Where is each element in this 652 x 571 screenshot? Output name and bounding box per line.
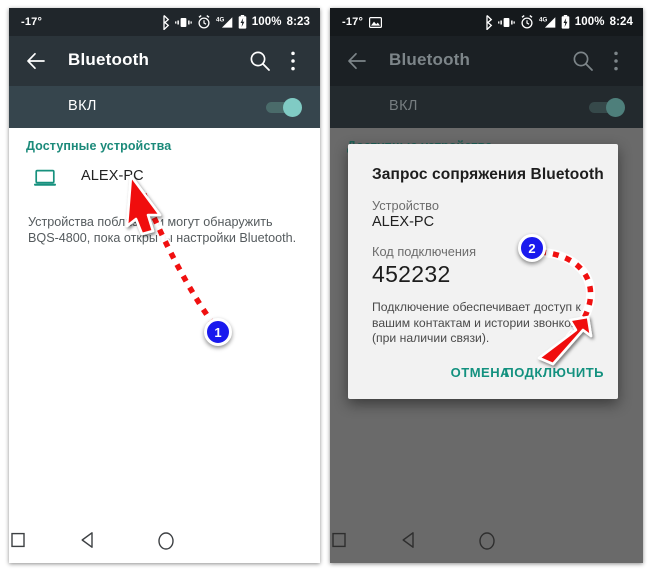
available-devices-header: Доступные устройства [26,139,172,153]
dialog-title: Запрос сопряжения Bluetooth [372,166,604,183]
nav-recents-square-icon[interactable] [9,531,27,549]
left-status-right: 4G 100% 8:23 [159,8,310,36]
toggle-label: ВКЛ [389,98,418,114]
signal-4g-icon: 4G [216,16,233,28]
left-phone-panel: -17° 4G 100% 8:23 Bluetooth ВКЛ Доступны… [9,8,320,563]
clock: 8:24 [609,16,633,28]
left-bluetooth-toggle-row[interactable]: ВКЛ [9,86,320,128]
discoverability-hint: Устройства поблизости могут обнаружить B… [28,215,297,245]
bluetooth-switch[interactable] [266,98,302,117]
pairing-request-dialog: Запрос сопряжения Bluetooth Устройство A… [348,144,618,399]
toggle-label: ВКЛ [68,98,97,114]
more-vertical-icon[interactable] [284,50,302,72]
connect-button[interactable]: ПОДКЛЮЧИТЬ [504,365,604,380]
right-content-dimmed: Доступные устройства Устройства поблизос… [330,128,643,563]
battery-percent: 100% [251,16,282,28]
left-content: Доступные устройства ALEX-PC Устройства … [9,128,320,563]
right-phone-panel: -17° 4G 100% 8:24 Bluetooth ВКЛ Запрос с… [330,8,643,563]
device-list-item-alex-pc[interactable]: ALEX-PC [9,162,320,196]
svg-text:4G: 4G [216,16,224,23]
device-name: ALEX-PC [81,168,144,184]
page-title: Bluetooth [389,50,471,69]
battery-charging-icon [238,15,247,29]
bluetooth-icon [486,14,493,30]
left-toolbar: Bluetooth [9,36,320,86]
search-icon[interactable] [249,50,271,72]
nav-home-circle-icon[interactable] [477,531,497,551]
dialog-device-label: Устройство [372,198,439,213]
nav-back-triangle-icon[interactable] [400,531,418,549]
dialog-code-label: Код подключения [372,244,476,259]
dialog-actions: ОТМЕНА ПОДКЛЮЧИТЬ [348,347,618,399]
svg-text:4G: 4G [539,16,547,23]
right-status-bar: -17° 4G 100% 8:24 [330,8,643,36]
step-badge-2: 2 [518,234,546,262]
nav-back-triangle-icon[interactable] [79,531,97,549]
laptop-icon [34,169,56,186]
left-status-left: -17° [21,8,42,36]
bluetooth-switch[interactable] [589,98,625,117]
clock: 8:23 [286,16,310,28]
switch-knob [283,98,302,117]
search-icon[interactable] [572,50,594,72]
arrow-back-icon[interactable] [24,49,48,73]
battery-charging-icon [561,15,570,29]
arrow-back-icon[interactable] [345,49,369,73]
cancel-button[interactable]: ОТМЕНА [451,365,510,380]
battery-percent: 100% [574,16,605,28]
more-vertical-icon[interactable] [607,50,625,72]
photo-icon [369,16,383,28]
dialog-pairing-code: 452232 [372,261,451,287]
screenshot-stage: -17° 4G 100% 8:23 Bluetooth ВКЛ Доступны… [0,0,652,571]
left-nav-bar [9,520,320,563]
signal-4g-icon: 4G [539,16,556,28]
temperature-indicator: -17° [21,16,43,28]
right-bluetooth-toggle-row[interactable]: ВКЛ [330,86,643,128]
page-title: Bluetooth [68,50,150,69]
step-badge-1: 1 [204,318,232,346]
right-status-left: -17° [342,8,383,36]
dialog-device-value: ALEX-PC [372,214,435,230]
left-status-bar: -17° 4G 100% 8:23 [9,8,320,36]
dialog-note: Подключение обеспечивает доступ к вашим … [372,300,581,345]
right-toolbar: Bluetooth [330,36,643,86]
nav-recents-square-icon[interactable] [330,531,348,549]
temperature-indicator: -17° [342,16,364,28]
alarm-icon [198,15,210,29]
right-nav-bar [330,520,643,563]
vibrate-icon [174,17,192,27]
nav-home-circle-icon[interactable] [156,531,176,551]
switch-knob [606,98,625,117]
vibrate-icon [497,17,515,27]
right-status-right: 4G 100% 8:24 [482,8,633,36]
alarm-icon [521,15,533,29]
bluetooth-icon [163,14,170,30]
